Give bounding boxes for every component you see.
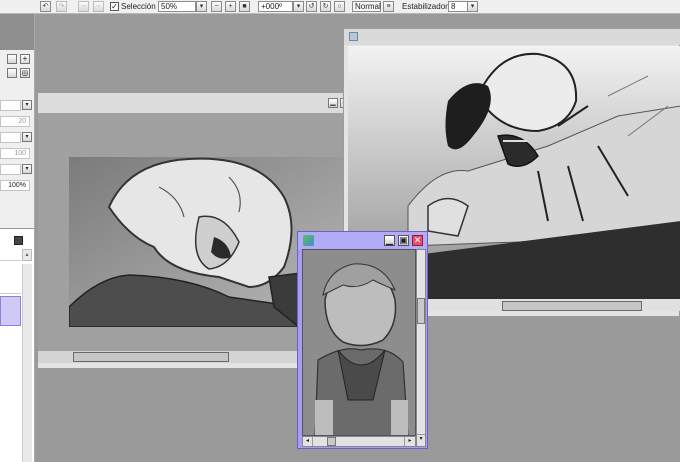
rotate-left-icon: ↺ bbox=[308, 3, 315, 10]
zoom-out-icon: − bbox=[214, 3, 219, 10]
dropdown-arrow-icon: ▾ bbox=[199, 3, 204, 10]
minimize-icon: ▁ bbox=[330, 99, 336, 106]
stabilizer-select[interactable]: 8 bbox=[448, 1, 468, 12]
rotate-left-button[interactable]: ↺ bbox=[306, 1, 317, 12]
canvas-2-hscroll-thumb[interactable] bbox=[502, 301, 642, 311]
top-toolbar: ↶ ↷ ▫ ▫ ✓ Selección 50% ▾ − + ■ +000º ▾ … bbox=[0, 0, 680, 14]
undo-button[interactable]: ↶ bbox=[40, 1, 51, 12]
navigator-window: ▁ ▣ ✕ ▾ ◂ ▸ bbox=[297, 231, 428, 449]
navigator-vscroll-thumb[interactable] bbox=[417, 298, 425, 324]
scroll-arrow-icon: ▾ bbox=[419, 436, 423, 442]
app-icon bbox=[303, 235, 314, 246]
scroll-arrow-icon: ◂ bbox=[305, 438, 309, 444]
rotation-dropdown-button[interactable]: ▾ bbox=[293, 1, 304, 12]
canvas-1-minimize-button[interactable]: ▁ bbox=[328, 98, 338, 108]
scroll-down-button[interactable]: ▾ bbox=[417, 434, 425, 444]
canvas-1-hscroll-thumb[interactable] bbox=[73, 352, 229, 362]
navigator-close-button[interactable]: ✕ bbox=[412, 235, 423, 246]
tool-panel: + ◎ ▾ 20 ▾ 100 ▾ 100% ▴ bbox=[0, 14, 35, 462]
scroll-left-button[interactable]: ◂ bbox=[303, 437, 313, 446]
select-all-button[interactable]: ▫ bbox=[78, 1, 89, 12]
dropdown-arrow-icon: ▾ bbox=[470, 3, 475, 10]
scroll-arrow-icon: ▸ bbox=[408, 438, 412, 444]
canvas-doc-icon bbox=[349, 32, 358, 41]
texture-select[interactable] bbox=[0, 164, 21, 175]
add-button[interactable]: + bbox=[20, 54, 30, 64]
dropdown-arrow-icon: ▾ bbox=[25, 166, 29, 172]
shape-dropdown-button[interactable]: ▾ bbox=[22, 132, 32, 142]
blend-mode-select[interactable]: Normal bbox=[352, 1, 381, 12]
plus-icon: + bbox=[22, 54, 28, 63]
magnifier-icon: ◎ bbox=[21, 68, 29, 77]
layer-scrollbar[interactable] bbox=[22, 264, 32, 462]
zoom-out-button[interactable]: − bbox=[211, 1, 222, 12]
navigator-artwork bbox=[303, 250, 415, 435]
texture-dropdown-button[interactable]: ▾ bbox=[22, 164, 32, 174]
layer-row[interactable] bbox=[0, 249, 21, 261]
dropdown-arrow-icon: ▾ bbox=[25, 134, 29, 140]
reset-rotation-icon: ○ bbox=[337, 3, 342, 10]
layer-icon[interactable] bbox=[14, 236, 23, 245]
navigator-hscroll-thumb[interactable] bbox=[327, 437, 336, 446]
scroll-up-button[interactable]: ▴ bbox=[22, 249, 32, 261]
minimize-icon: ▁ bbox=[386, 235, 393, 245]
check-icon: ✓ bbox=[111, 2, 118, 11]
shape-select[interactable] bbox=[0, 132, 21, 143]
canvas-window-2-titlebar bbox=[344, 29, 680, 45]
zoom-select[interactable]: 50% bbox=[158, 1, 196, 12]
navigator-vscroll[interactable]: ▾ bbox=[416, 249, 426, 447]
rotation-select[interactable]: +000º bbox=[258, 1, 293, 12]
reset-rotation-button[interactable]: ○ bbox=[334, 1, 345, 12]
opacity-field[interactable]: 100% bbox=[0, 180, 30, 191]
layer-row[interactable] bbox=[0, 264, 21, 294]
brush-size-field[interactable]: 20 bbox=[0, 116, 30, 127]
rotate-right-icon: ↻ bbox=[322, 3, 329, 10]
deselect-icon: ▫ bbox=[97, 3, 100, 10]
scroll-arrow-icon: ▴ bbox=[25, 252, 29, 258]
layer-row-selected[interactable] bbox=[0, 296, 21, 326]
layer-panel: ▴ bbox=[0, 228, 34, 462]
zoom-in-icon: + bbox=[228, 3, 233, 10]
undo-icon: ↶ bbox=[42, 3, 49, 10]
canvas-window-1-titlebar bbox=[38, 93, 346, 113]
selection-checkbox[interactable]: ✓ bbox=[110, 2, 119, 11]
rotate-right-button[interactable]: ↻ bbox=[320, 1, 331, 12]
select-all-icon: ▫ bbox=[82, 3, 85, 10]
reset-zoom-button[interactable]: ■ bbox=[239, 1, 250, 12]
reset-zoom-icon: ■ bbox=[242, 3, 247, 10]
close-icon: ✕ bbox=[413, 235, 422, 245]
scroll-right-button[interactable]: ▸ bbox=[404, 437, 415, 446]
zoom-in-button[interactable]: + bbox=[225, 1, 236, 12]
selection-label: Selección bbox=[121, 2, 156, 11]
mode-select[interactable] bbox=[0, 100, 21, 111]
redo-icon: ↷ bbox=[58, 3, 65, 10]
stabilizer-dropdown-button[interactable]: ▾ bbox=[467, 1, 478, 12]
color-panel-area bbox=[0, 14, 34, 50]
mode-dropdown-button[interactable]: ▾ bbox=[22, 100, 32, 110]
blend-mode-button[interactable]: ≡ bbox=[383, 1, 394, 12]
navigator-titlebar[interactable]: ▁ ▣ ✕ bbox=[298, 232, 427, 249]
redo-button[interactable]: ↷ bbox=[56, 1, 67, 12]
navigator-maximize-button[interactable]: ▣ bbox=[398, 235, 409, 246]
dropdown-arrow-icon: ▾ bbox=[296, 3, 301, 10]
tool-button-1[interactable] bbox=[7, 54, 17, 64]
deselect-button[interactable]: ▫ bbox=[93, 1, 104, 12]
zoom-dropdown-button[interactable]: ▾ bbox=[196, 1, 207, 12]
stabilizer-label: Estabilizador bbox=[402, 2, 448, 11]
density-field[interactable]: 100 bbox=[0, 148, 30, 159]
dropdown-arrow-icon: ▾ bbox=[25, 102, 29, 108]
zoom-tool-button[interactable]: ◎ bbox=[20, 68, 30, 78]
maximize-icon: ▣ bbox=[399, 235, 408, 245]
blend-mode-icon: ≡ bbox=[386, 3, 391, 10]
navigator-hscroll[interactable]: ◂ ▸ bbox=[302, 436, 416, 447]
tool-button-2[interactable] bbox=[7, 68, 17, 78]
navigator-preview[interactable] bbox=[302, 249, 416, 436]
navigator-minimize-button[interactable]: ▁ bbox=[384, 235, 395, 246]
